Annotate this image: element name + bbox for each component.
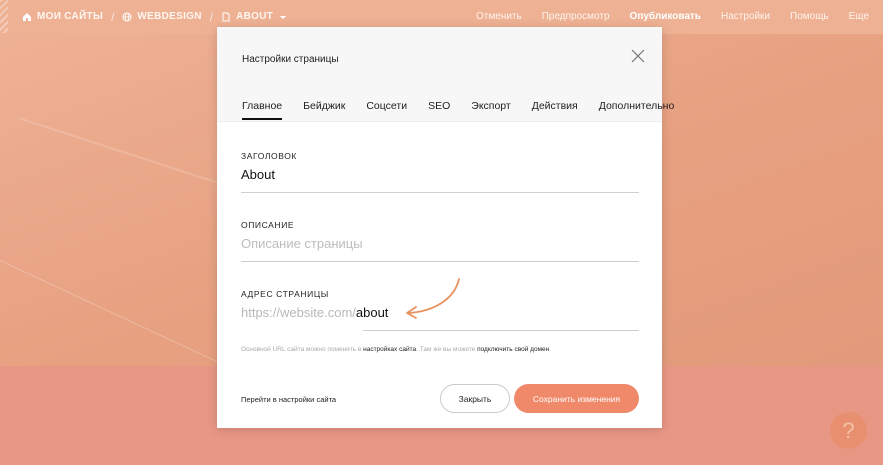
tab-badge[interactable]: Бейджик [303, 100, 345, 120]
breadcrumb-separator: / [209, 9, 214, 24]
breadcrumb-project[interactable]: WEBDESIGN [122, 11, 201, 22]
title-value: About [241, 167, 275, 182]
site-settings-link[interactable]: настройках сайта [363, 346, 416, 353]
tab-actions[interactable]: Действия [532, 100, 578, 120]
breadcrumb-label: МОИ САЙТЫ [37, 11, 104, 22]
home-icon [23, 12, 31, 21]
connect-domain-link[interactable]: подключить свой домен [477, 346, 549, 353]
close-button[interactable]: Закрыть [440, 384, 510, 413]
hint-text: Основной URL сайта можно поменять в [241, 346, 364, 353]
more-button[interactable]: Еще [849, 11, 869, 22]
title-label: ЗАГОЛОВОК [241, 151, 297, 161]
breadcrumb-page[interactable]: ABOUT [221, 11, 288, 22]
modal-tabs: Главное Бейджик Соцсети SEO Экспорт Дейс… [242, 100, 674, 120]
top-menu: Отменить Предпросмотр Опубликовать Настр… [476, 11, 869, 22]
tab-social[interactable]: Соцсети [366, 100, 407, 120]
address-slug: about [355, 305, 389, 320]
tab-advanced[interactable]: Дополнительно [599, 100, 675, 120]
hint-text: . Там же вы можете [416, 346, 478, 353]
modal-title: Настройки страницы [242, 54, 339, 65]
url-hint: Основной URL сайта можно поменять в наст… [241, 346, 641, 353]
address-prefix: https://website.com/ [241, 305, 356, 320]
page-settings-modal: Настройки страницы Главное Бейджик Соцсе… [217, 27, 674, 428]
title-input[interactable]: About [241, 167, 639, 193]
modal-header: Настройки страницы Главное Бейджик Соцсе… [217, 27, 674, 122]
topbar-pattern [0, 0, 8, 33]
chevron-down-icon [280, 15, 287, 19]
breadcrumb-my-sites[interactable]: МОИ САЙТЫ [22, 11, 103, 22]
undo-button[interactable]: Отменить [476, 11, 522, 22]
close-icon[interactable] [630, 48, 646, 64]
globe-icon [122, 12, 132, 21]
page-icon [222, 12, 230, 21]
description-label: ОПИСАНИЕ [241, 220, 295, 230]
breadcrumb-label: ABOUT [236, 11, 274, 22]
help-button[interactable]: ? [830, 412, 867, 449]
help-menu-button[interactable]: Помощь [790, 11, 829, 22]
description-field-group: ОПИСАНИЕ Описание страницы [241, 220, 639, 262]
tab-export[interactable]: Экспорт [471, 100, 510, 120]
title-field-group: ЗАГОЛОВОК About [241, 151, 639, 193]
save-changes-button[interactable]: Сохранить изменения [514, 384, 639, 413]
address-underline [363, 330, 639, 331]
preview-button[interactable]: Предпросмотр [542, 11, 610, 22]
hint-text: . [549, 346, 552, 353]
tab-main[interactable]: Главное [242, 100, 283, 120]
breadcrumb: МОИ САЙТЫ / WEBDESIGN / ABOUT [22, 10, 288, 24]
publish-button[interactable]: Опубликовать [630, 11, 701, 22]
arrow-annotation-icon [406, 278, 460, 319]
breadcrumb-label: WEBDESIGN [137, 11, 202, 22]
tab-seo[interactable]: SEO [428, 100, 450, 120]
description-input[interactable]: Описание страницы [241, 236, 639, 262]
settings-button[interactable]: Настройки [721, 11, 770, 22]
breadcrumb-separator: / [111, 9, 115, 24]
description-placeholder: Описание страницы [241, 236, 363, 251]
go-to-site-settings-link[interactable]: Перейти в настройки сайта [241, 395, 336, 404]
